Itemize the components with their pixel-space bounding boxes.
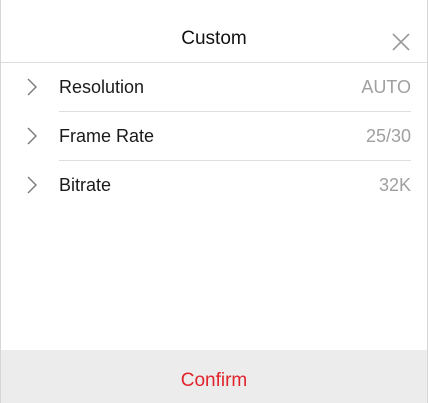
dialog-title: Custom: [181, 28, 247, 49]
chevron-right-icon: [27, 176, 37, 194]
close-button[interactable]: [389, 30, 413, 54]
settings-list: Resolution AUTO Frame Rate 25/30 Bitrate…: [1, 63, 427, 210]
row-value: 25/30: [365, 126, 411, 146]
row-resolution[interactable]: Resolution AUTO: [1, 63, 427, 112]
close-icon: [392, 33, 410, 51]
row-value: 32K: [378, 175, 411, 195]
confirm-label: Confirm: [180, 369, 248, 391]
row-label: Bitrate: [59, 175, 112, 195]
chevron-right-icon: [27, 127, 37, 145]
row-label: Frame Rate: [59, 126, 155, 146]
confirm-button[interactable]: Confirm: [1, 350, 427, 403]
chevron-right-icon: [27, 78, 37, 96]
row-value: AUTO: [361, 77, 411, 97]
row-label: Resolution: [59, 77, 145, 97]
custom-settings-dialog: Custom Resolution AUTO Frame Rate 25/30: [0, 0, 428, 403]
row-frame-rate[interactable]: Frame Rate 25/30: [1, 112, 427, 161]
dialog-header: Custom: [1, 0, 427, 63]
row-bitrate[interactable]: Bitrate 32K: [1, 161, 427, 210]
